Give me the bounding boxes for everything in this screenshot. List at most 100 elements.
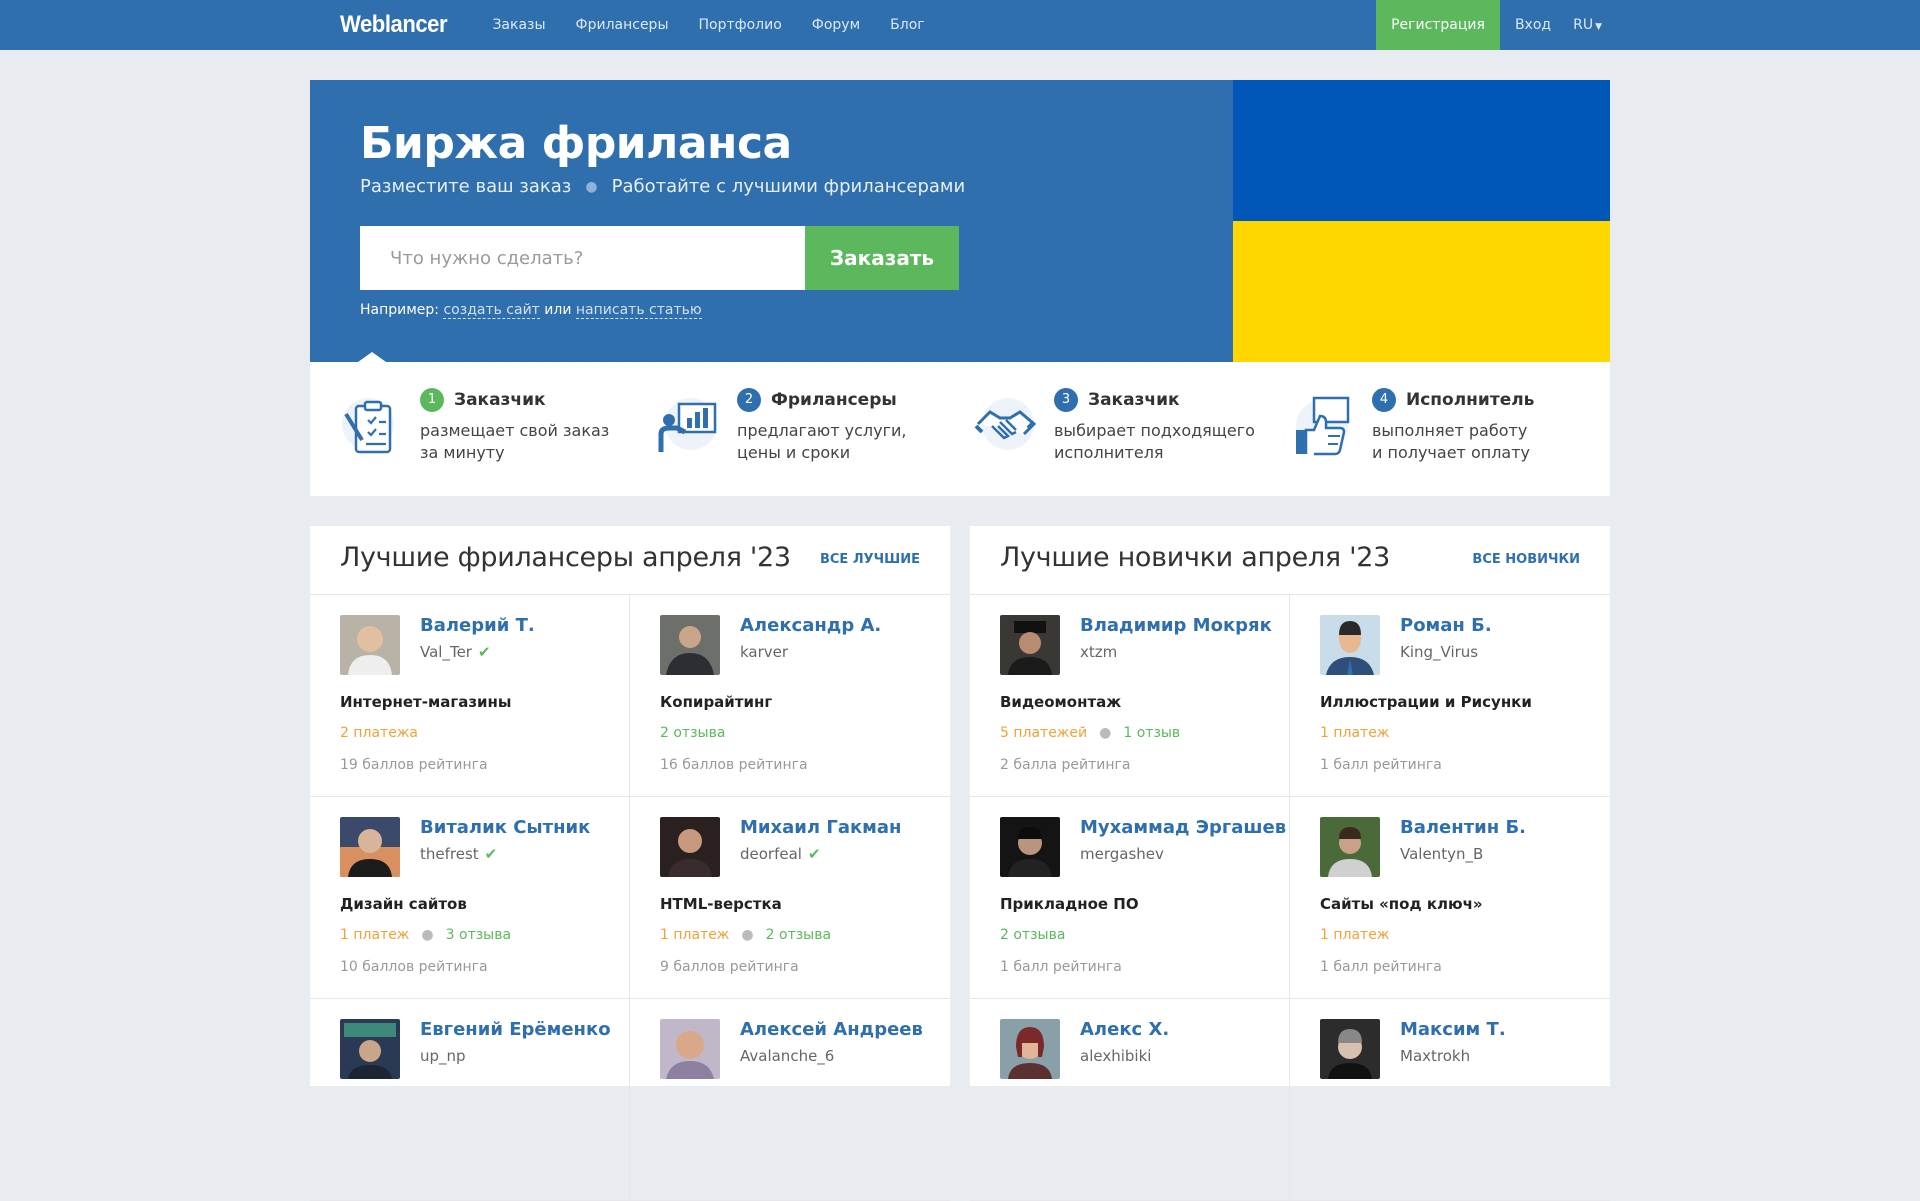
freelancer-login: Val_Ter ✔ xyxy=(420,643,491,661)
avatar[interactable] xyxy=(660,1019,720,1079)
freelancer-card[interactable]: Евгений Ерёменко up_np xyxy=(310,999,630,1201)
avatar[interactable] xyxy=(660,817,720,877)
freelancer-card[interactable]: Максим Т. Maxtrokh xyxy=(1290,999,1610,1201)
best-newbies-header: Лучшие новички апреля '23 ВСЕ НОВИЧКИ xyxy=(970,526,1610,595)
step-2-line2: цены и сроки xyxy=(737,443,851,462)
reviews-count[interactable]: 2 отзыва xyxy=(766,927,831,943)
avatar[interactable] xyxy=(1320,817,1380,877)
reviews-count[interactable]: 2 отзыва xyxy=(660,725,725,741)
avatar[interactable] xyxy=(660,615,720,675)
freelancer-category: Прикладное ПО xyxy=(1000,895,1139,913)
reviews-count[interactable]: 2 отзыва xyxy=(1000,927,1065,943)
freelancer-name[interactable]: Валерий Т. xyxy=(420,615,535,636)
best-freelancers-panel: Лучшие фрилансеры апреля '23 ВСЕ ЛУЧШИЕ … xyxy=(310,526,950,1201)
freelancer-username: deorfeal xyxy=(740,845,802,863)
avatar[interactable] xyxy=(1320,615,1380,675)
step-1-line2: за минуту xyxy=(420,443,505,462)
step-2-number: 2 xyxy=(737,388,761,412)
freelancer-name[interactable]: Максим Т. xyxy=(1400,1019,1506,1040)
step-4-line1: выполняет работу xyxy=(1372,421,1528,440)
freelancer-stats: 2 платежа xyxy=(340,725,418,741)
payments-count: 1 платеж xyxy=(1320,725,1390,741)
language-label: RU xyxy=(1573,17,1594,33)
best-newbies-title: Лучшие новички апреля '23 xyxy=(1000,542,1391,573)
freelancer-stats: 1 платеж xyxy=(1320,725,1389,741)
avatar[interactable] xyxy=(340,817,400,877)
freelancer-category: Интернет-магазины xyxy=(340,693,512,711)
step-4-head: 4 Исполнитель xyxy=(1372,388,1534,412)
rating-points: 10 баллов рейтинга xyxy=(340,959,488,975)
language-dropdown[interactable]: RU ▼ xyxy=(1573,17,1602,33)
best-freelancers-header: Лучшие фрилансеры апреля '23 ВСЕ ЛУЧШИЕ xyxy=(310,526,950,595)
step-3-number: 3 xyxy=(1054,388,1078,412)
freelancer-card[interactable]: Михаил Гакман deorfeal ✔ HTML-верстка 1 п… xyxy=(630,797,950,999)
nav-link-orders[interactable]: Заказы xyxy=(492,17,545,33)
reviews-count[interactable]: 1 отзыв xyxy=(1123,725,1180,741)
example-hint: Например: создать сайт или написать стат… xyxy=(360,302,702,319)
freelancer-login: alexhibiki xyxy=(1080,1047,1151,1065)
freelancer-card[interactable]: Владимир Мокряк xtzm Видеомонтаж 5 плате… xyxy=(970,595,1290,797)
freelancer-name[interactable]: Мухаммад Эргашев xyxy=(1080,817,1286,838)
weblancer-logo[interactable]: Weblancer xyxy=(340,11,448,39)
all-best-link[interactable]: ВСЕ ЛУЧШИЕ xyxy=(820,552,920,567)
freelancer-card[interactable]: Валерий Т. Val_Ter ✔ Интернет-магазины 2 … xyxy=(310,595,630,797)
avatar[interactable] xyxy=(340,1019,400,1079)
step-3-head: 3 Заказчик xyxy=(1054,388,1180,412)
rating-points: 2 балла рейтинга xyxy=(1000,757,1131,773)
payments-count: 1 платеж xyxy=(340,927,410,943)
freelancer-name[interactable]: Алекс Х. xyxy=(1080,1019,1169,1040)
avatar[interactable] xyxy=(340,615,400,675)
all-newbies-link[interactable]: ВСЕ НОВИЧКИ xyxy=(1472,552,1580,567)
step-3-line2: исполнителя xyxy=(1054,443,1164,462)
freelancer-card[interactable]: Роман Б. King_Virus Иллюстрации и Рисунк… xyxy=(1290,595,1610,797)
freelancer-login: deorfeal ✔ xyxy=(740,845,821,863)
nav-link-freelancers[interactable]: Фрилансеры xyxy=(576,17,669,33)
example-link-create-site[interactable]: создать сайт xyxy=(443,302,540,319)
freelancer-card[interactable]: Виталик Сытник thefrest ✔ Дизайн сайтов 1… xyxy=(310,797,630,999)
step-2-desc: предлагают услуги, цены и сроки xyxy=(737,420,957,464)
reviews-count[interactable]: 3 отзыва xyxy=(446,927,511,943)
freelancer-card[interactable]: Мухаммад Эргашев mergashev Прикладное ПО… xyxy=(970,797,1290,999)
freelancer-name[interactable]: Михаил Гакман xyxy=(740,817,901,838)
step-4: 4 Исполнитель выполняет работу и получае… xyxy=(1292,388,1592,478)
freelancer-name[interactable]: Александр А. xyxy=(740,615,881,636)
freelancer-card[interactable]: Валентин Б. Valentyn_B Сайты «под ключ» … xyxy=(1290,797,1610,999)
step-3: 3 Заказчик выбирает подходящего исполнит… xyxy=(974,388,1274,478)
payments-count: 2 платежа xyxy=(340,725,418,741)
payments-count: 1 платеж xyxy=(660,927,730,943)
example-prefix: Например: xyxy=(360,302,440,318)
best-newbies-panel: Лучшие новички апреля '23 ВСЕ НОВИЧКИ Вл… xyxy=(970,526,1610,1201)
freelancer-name[interactable]: Валентин Б. xyxy=(1400,817,1526,838)
freelancer-name[interactable]: Владимир Мокряк xyxy=(1080,615,1272,636)
avatar[interactable] xyxy=(1000,615,1060,675)
register-button[interactable]: Регистрация xyxy=(1376,0,1500,50)
freelancer-login: Maxtrokh xyxy=(1400,1047,1470,1065)
freelancer-stats: 1 платеж xyxy=(1320,927,1389,943)
order-button[interactable]: Заказать xyxy=(805,226,959,290)
freelancer-name[interactable]: Евгений Ерёменко xyxy=(420,1019,611,1040)
navbar-left: Weblancer Заказы Фрилансеры Портфолио Фо… xyxy=(340,0,955,50)
avatar[interactable] xyxy=(1000,1019,1060,1079)
avatar[interactable] xyxy=(1320,1019,1380,1079)
freelancer-card[interactable]: Алексей Андреев Avalanche_6 xyxy=(630,999,950,1201)
example-or: или xyxy=(544,302,572,318)
task-search-input[interactable] xyxy=(360,226,805,290)
nav-link-blog[interactable]: Блог xyxy=(890,17,924,33)
freelancer-username: Valentyn_B xyxy=(1400,845,1484,863)
freelancer-category: Дизайн сайтов xyxy=(340,895,467,913)
freelancer-card[interactable]: Александр А. karver Копирайтинг 2 отзыва… xyxy=(630,595,950,797)
freelancer-category: Видеомонтаж xyxy=(1000,693,1122,711)
nav-link-portfolio[interactable]: Портфолио xyxy=(699,17,782,33)
hero-banner: Биржа фриланса Разместите ваш заказ ● Ра… xyxy=(310,80,1233,362)
freelancer-card[interactable]: Алекс Х. alexhibiki xyxy=(970,999,1290,1201)
freelancer-name[interactable]: Виталик Сытник xyxy=(420,817,590,838)
hero-notch xyxy=(358,352,386,362)
hero-section: Биржа фриланса Разместите ваш заказ ● Ра… xyxy=(310,80,1610,362)
login-link[interactable]: Вход xyxy=(1515,17,1551,33)
example-link-write-article[interactable]: написать статью xyxy=(575,302,702,319)
freelancer-username: xtzm xyxy=(1080,643,1118,661)
avatar[interactable] xyxy=(1000,817,1060,877)
freelancer-name[interactable]: Роман Б. xyxy=(1400,615,1492,636)
freelancer-name[interactable]: Алексей Андреев xyxy=(740,1019,923,1040)
nav-link-forum[interactable]: Форум xyxy=(812,17,860,33)
